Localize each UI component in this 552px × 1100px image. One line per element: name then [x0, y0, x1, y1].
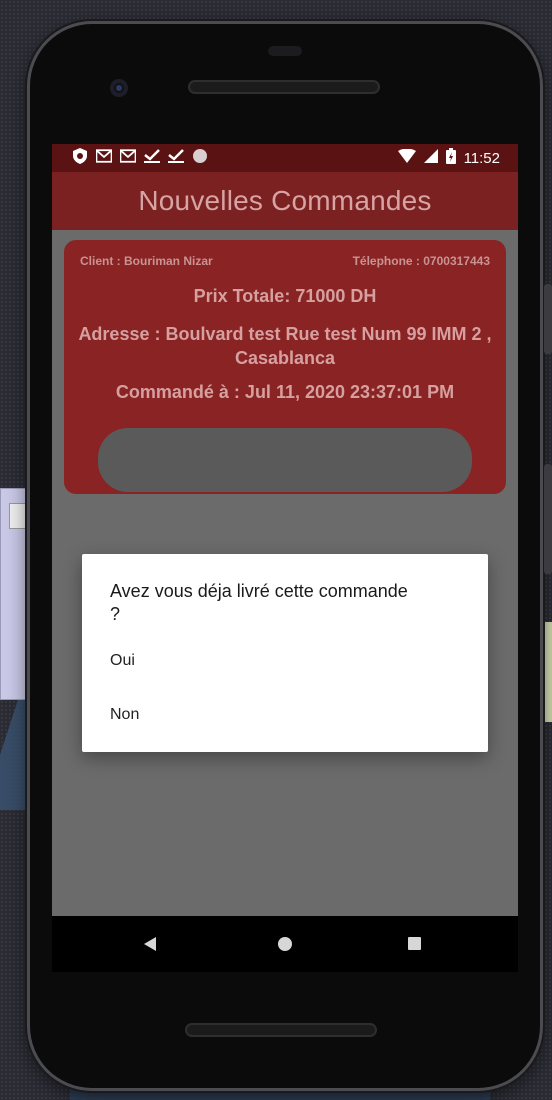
screen: 11:52 Nouvelles Commandes Client : Bouri…: [52, 144, 518, 916]
page-title: Nouvelles Commandes: [138, 185, 432, 216]
earpiece-speaker: [188, 80, 380, 94]
wifi-icon: [397, 148, 416, 167]
battery-icon: [445, 148, 456, 168]
shield-icon: [72, 148, 88, 164]
signal-icon: [423, 149, 438, 167]
option-oui[interactable]: Oui: [110, 652, 135, 670]
home-icon[interactable]: [278, 937, 292, 951]
status-indicators: 11:52: [397, 148, 500, 168]
option-non[interactable]: Non: [110, 706, 139, 724]
front-camera: [110, 79, 128, 97]
volume-button: [544, 464, 552, 574]
gmail-icon: [96, 148, 112, 164]
phone-frame: 11:52 Nouvelles Commandes Client : Bouri…: [30, 24, 552, 1088]
recents-icon[interactable]: [408, 937, 421, 950]
orders-list: Client : Bouriman Nizar Télephone : 0700…: [52, 230, 518, 916]
back-icon[interactable]: [144, 937, 156, 951]
circle-icon: [192, 148, 208, 164]
delivery-confirm-dialog: Avez vous déja livré cette commande ? Ou…: [82, 554, 488, 752]
gmail-icon: [120, 148, 136, 164]
power-button: [544, 284, 552, 354]
status-bar: 11:52: [52, 144, 518, 172]
status-time: 11:52: [463, 149, 500, 167]
check-icon: [168, 148, 184, 164]
dialog-title: Avez vous déja livré cette commande ?: [110, 581, 408, 624]
check-icon: [144, 148, 160, 164]
navigation-bar: [52, 916, 518, 972]
bottom-speaker: [185, 1023, 377, 1037]
top-sensor: [268, 46, 302, 56]
app-bar: Nouvelles Commandes: [52, 172, 518, 230]
notification-icons: [72, 148, 208, 164]
